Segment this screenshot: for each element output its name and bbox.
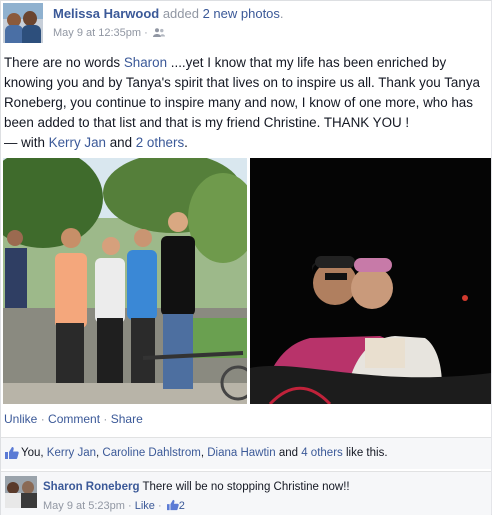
share-button[interactable]: Share [111,412,143,426]
tagged-kerry-jan-link[interactable]: Kerry Jan [49,135,106,150]
comment-meta-sep: · [124,500,135,512]
likes-text: You, Kerry Jan, Caroline Dahlstrom, Dian… [21,447,388,459]
photo-group-riverside-image [3,158,247,404]
author-name-link[interactable]: Melissa Harwood [53,6,159,21]
likes-suffix: like this. [342,447,388,459]
post-header: Melissa Harwood added 2 new photos. May … [3,3,491,43]
photo-two-women-night-image [250,158,491,404]
new-photos-link[interactable]: 2 new photos [203,6,280,21]
post-meta: May 9 at 12:35pm · [53,27,165,39]
mention-sharon-link[interactable]: Sharon [124,55,167,70]
feed-post: Melissa Harwood added 2 new photos. May … [0,0,492,515]
photo-grid [3,158,491,404]
liker-link[interactable]: Diana Hawtin [207,447,275,459]
author-line: Melissa Harwood added 2 new photos. [53,6,284,21]
post-actions: Unlike · Comment · Share [4,412,143,426]
thumbs-up-icon [5,447,19,459]
comment-timestamp-link[interactable]: May 9 at 5:23pm [43,500,125,512]
liker-link[interactable]: Caroline Dahlstrom [102,447,200,459]
friends-icon[interactable] [152,28,165,37]
likes-and: and [275,447,302,459]
likes-others-link[interactable]: 4 others [301,447,343,459]
comment-like-button[interactable]: Like [135,500,155,512]
commenter-avatar[interactable] [5,476,37,508]
thumbs-up-icon [166,499,179,511]
message-text: There are no words [4,55,124,70]
tagged-others-link[interactable]: 2 others [136,135,184,150]
photo-group-riverside[interactable] [3,158,247,404]
meta-separator: · [141,27,151,39]
post-message: There are no words Sharon ....yet I know… [4,53,489,153]
comment-meta: May 9 at 5:23pm · Like · 2 [43,499,185,512]
photo-two-women-night[interactable] [250,158,491,404]
author-avatar[interactable] [3,3,43,43]
unlike-button[interactable]: Unlike [4,412,37,426]
post-timestamp-link[interactable]: May 9 at 12:35pm [53,27,141,39]
liker-link[interactable]: Kerry Jan [47,447,96,459]
comment-meta-sep: · [154,500,165,512]
action-sep: · [37,412,49,426]
comment-text: There will be no stopping Christine now!… [142,481,350,493]
comment-like-count[interactable]: 2 [179,500,185,512]
commenter-name-link[interactable]: Sharon Roneberg [43,481,139,493]
comment-button[interactable]: Comment [48,412,100,426]
action-text: added [159,6,203,21]
with-prefix: — with [4,135,49,150]
likes-summary: You, Kerry Jan, Caroline Dahlstrom, Dian… [1,437,491,469]
with-and: and [105,135,136,150]
action-suffix: . [279,6,284,21]
likes-you: You, [21,447,47,459]
comment-body: Sharon Roneberg There will be no stoppin… [43,481,350,493]
with-end: . [184,135,188,150]
comment-item: Sharon Roneberg There will be no stoppin… [1,471,491,515]
action-sep: · [100,412,111,426]
